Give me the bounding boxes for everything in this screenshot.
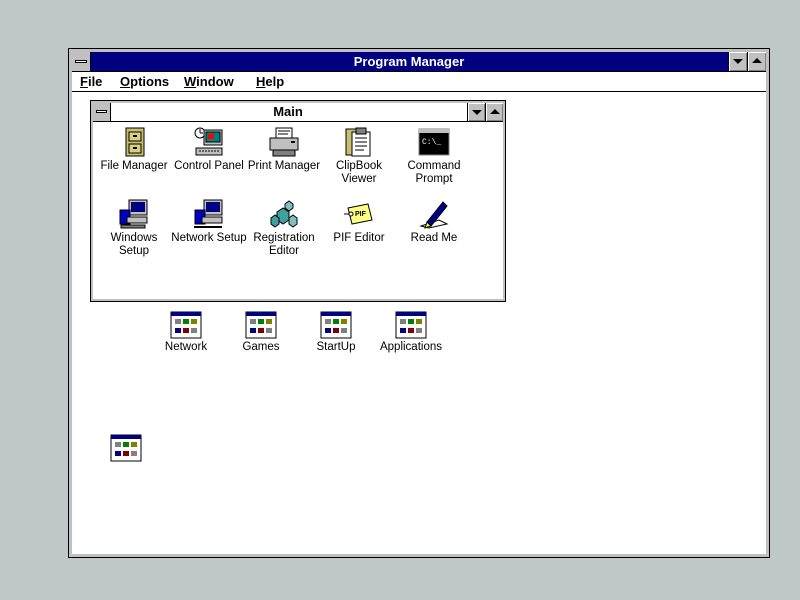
program-group-icon [320,311,352,339]
program-group-icon [245,311,277,339]
network-setup-item[interactable]: Network Setup [171,198,247,245]
control-panel-icon [194,127,223,156]
windows-setup-item[interactable]: Windows Setup [96,198,172,258]
unlabeled-group-icon-item[interactable] [88,434,164,464]
svg-text:C:\_: C:\_ [422,138,441,147]
program-manager-workspace: Main File Manager Control Panel Print Ma… [72,92,766,554]
window-title: Program Manager [353,54,465,69]
program-manager-window: Program Manager File Options Window Help… [68,48,770,558]
item-label: ClipBook Viewer [335,160,383,185]
item-label: Print Manager [247,160,321,172]
program-group-icon [170,311,202,339]
main-group-window: Main File Manager Control Panel Print Ma… [90,100,506,302]
group-label: Games [242,341,280,353]
item-label: Registration Editor [253,232,315,257]
item-label: Control Panel [174,160,244,172]
applications-group-icon-item[interactable]: Applications [373,311,449,354]
main-group-titlebar[interactable]: Main [93,103,503,122]
maximize-arrow-icon [490,109,500,114]
network-setup-icon [194,199,223,228]
system-menu-button[interactable] [72,52,91,71]
printer-icon [269,127,299,157]
registration-editor-item[interactable]: Registration Editor [246,198,322,258]
main-system-menu-button[interactable] [93,103,111,121]
pif-editor-item[interactable]: PIF PIF Editor [321,198,397,245]
item-label: Network Setup [171,232,247,244]
file-manager-item[interactable]: File Manager [96,126,172,173]
minimize-arrow-icon [733,59,743,64]
clipbook-icon [345,127,371,157]
svg-text:PIF: PIF [355,211,367,218]
file-cabinet-icon [125,127,145,157]
item-label: Command Prompt [407,160,461,185]
main-group-title: Main [273,104,303,119]
program-group-icon [110,434,142,462]
menu-help[interactable]: Help [256,74,284,89]
main-minimize-button[interactable] [467,103,485,121]
group-label: Network [164,341,208,353]
registration-editor-icon [270,200,298,228]
clipbook-viewer-item[interactable]: ClipBook Viewer [321,126,397,186]
command-prompt-item[interactable]: C:\_ Command Prompt [396,126,472,186]
pif-editor-icon: PIF [344,203,373,225]
item-label: File Manager [100,160,168,172]
menu-options[interactable]: Options [120,74,169,89]
network-group-icon-item[interactable]: Network [148,311,224,354]
menu-window[interactable]: Window [184,74,234,89]
item-label: Read Me [410,232,458,244]
maximize-arrow-icon [752,58,762,63]
read-me-item[interactable]: Read Me [396,198,472,245]
windows-setup-icon [119,199,148,229]
menu-file[interactable]: File [80,74,102,89]
minimize-arrow-icon [472,110,482,115]
minimize-button[interactable] [728,52,747,71]
group-label: StartUp [316,341,356,353]
read-me-icon [419,201,449,229]
games-group-icon-item[interactable]: Games [223,311,299,354]
control-panel-item[interactable]: Control Panel [171,126,247,173]
main-group-content: File Manager Control Panel Print Manager… [93,122,503,299]
command-prompt-icon: C:\_ [418,128,450,156]
print-manager-item[interactable]: Print Manager [246,126,322,173]
menu-bar: File Options Window Help [72,72,766,92]
maximize-button[interactable] [747,52,766,71]
item-label: PIF Editor [333,232,385,244]
item-label: Windows Setup [110,232,158,257]
group-label: Applications [379,341,442,353]
program-manager-titlebar[interactable]: Program Manager [72,52,766,72]
startup-group-icon-item[interactable]: StartUp [298,311,374,354]
program-group-icon [395,311,427,339]
main-maximize-button[interactable] [485,103,503,121]
